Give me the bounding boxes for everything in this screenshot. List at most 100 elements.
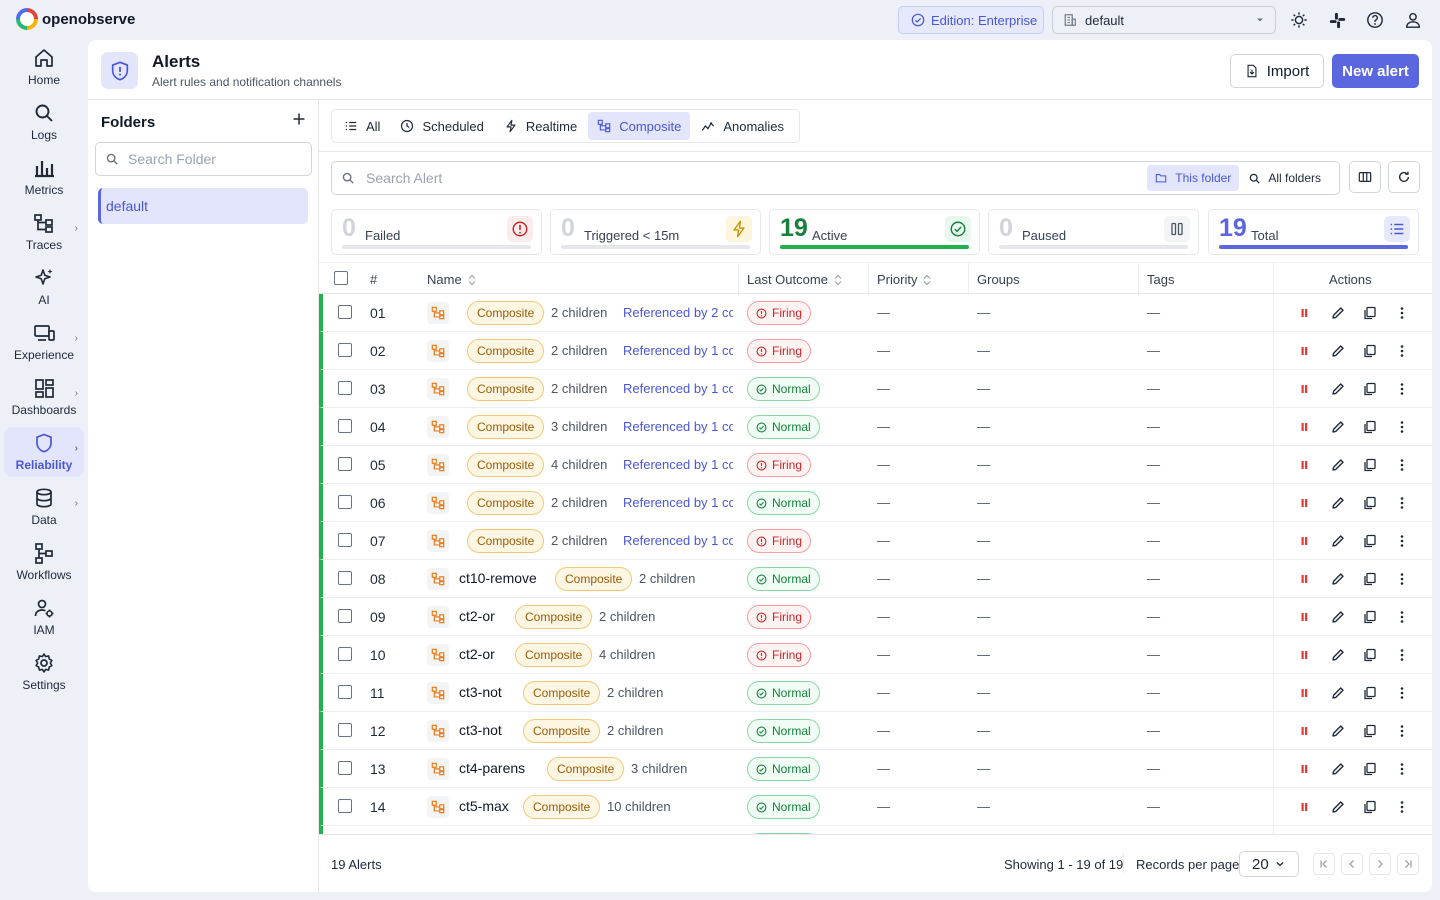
referenced-by-link[interactable]: Referenced by 1 co: [623, 343, 733, 358]
nav-item-workflows[interactable]: Workflows: [4, 537, 84, 587]
edit-button[interactable]: [1330, 799, 1346, 815]
pause-button[interactable]: [1298, 685, 1314, 701]
table-row[interactable]: 06 Composite 2 children Referenced by 1 co N…: [319, 484, 1432, 522]
duplicate-button[interactable]: [1362, 571, 1378, 587]
nav-item-ai[interactable]: AI: [4, 262, 84, 312]
more-button[interactable]: [1394, 609, 1410, 625]
stat-failed[interactable]: 0 Failed: [331, 209, 542, 255]
duplicate-button[interactable]: [1362, 381, 1378, 397]
new-alert-button[interactable]: New alert: [1332, 54, 1419, 88]
row-checkbox[interactable]: [338, 761, 352, 775]
tab-all[interactable]: All: [335, 112, 389, 140]
row-checkbox[interactable]: [338, 571, 352, 585]
table-row[interactable]: 15Normal———: [319, 826, 1432, 834]
more-button[interactable]: [1394, 495, 1410, 511]
table-row[interactable]: 12 ct3-not Composite 2 children Normal — — —: [319, 712, 1432, 750]
alert-name[interactable]: ct2-or: [459, 646, 495, 662]
referenced-by-link[interactable]: Referenced by 1 co: [623, 495, 733, 510]
alert-name[interactable]: ct3-not: [459, 722, 502, 738]
pause-button[interactable]: [1298, 495, 1314, 511]
alert-name[interactable]: ct10-remove: [459, 570, 537, 586]
duplicate-button[interactable]: [1362, 647, 1378, 663]
table-row[interactable]: 13 ct4-parens Composite 3 children Normal — — —: [319, 750, 1432, 788]
nav-item-dashboards[interactable]: Dashboards ›: [4, 372, 84, 422]
folder-item-default[interactable]: default: [98, 188, 308, 224]
add-folder-button[interactable]: [292, 112, 306, 126]
more-button[interactable]: [1394, 571, 1410, 587]
more-button[interactable]: [1394, 723, 1410, 739]
table-row[interactable]: 10 ct2-or Composite 4 children Firing — — —: [319, 636, 1432, 674]
theme-toggle[interactable]: [1289, 10, 1309, 30]
stat-active[interactable]: 19 Active: [769, 209, 980, 255]
table-row[interactable]: 14 ct5-max Composite 10 children Normal — — —: [319, 788, 1432, 826]
import-button[interactable]: Import: [1230, 54, 1324, 88]
table-row[interactable]: 02 Composite 2 children Referenced by 1 co F…: [319, 332, 1432, 370]
tab-realtime[interactable]: Realtime: [495, 112, 586, 140]
col-name[interactable]: Name: [427, 272, 476, 287]
nav-item-traces[interactable]: Traces ›: [4, 207, 84, 257]
row-checkbox[interactable]: [338, 609, 352, 623]
pause-button[interactable]: [1298, 609, 1314, 625]
columns-button[interactable]: [1349, 161, 1381, 193]
duplicate-button[interactable]: [1362, 723, 1378, 739]
nav-item-settings[interactable]: Settings: [4, 647, 84, 697]
duplicate-button[interactable]: [1362, 799, 1378, 815]
row-checkbox[interactable]: [338, 419, 352, 433]
table-row[interactable]: 04 Composite 3 children Referenced by 1 co N…: [319, 408, 1432, 446]
duplicate-button[interactable]: [1362, 495, 1378, 511]
nav-item-reliability[interactable]: Reliability ›: [4, 427, 84, 477]
pause-button[interactable]: [1298, 343, 1314, 359]
more-button[interactable]: [1394, 419, 1410, 435]
row-checkbox[interactable]: [338, 723, 352, 737]
more-button[interactable]: [1394, 799, 1410, 815]
duplicate-button[interactable]: [1362, 457, 1378, 473]
stat-paused[interactable]: 0 Paused: [988, 209, 1199, 255]
refresh-button[interactable]: [1388, 161, 1420, 193]
stat-triggered[interactable]: 0 Triggered < 15m: [550, 209, 761, 255]
edit-button[interactable]: [1330, 457, 1346, 473]
nav-item-data[interactable]: Data ›: [4, 482, 84, 532]
more-button[interactable]: [1394, 685, 1410, 701]
row-checkbox[interactable]: [338, 495, 352, 509]
row-checkbox[interactable]: [338, 457, 352, 471]
row-checkbox[interactable]: [338, 343, 352, 357]
first-page-button[interactable]: [1313, 853, 1335, 875]
nav-item-logs[interactable]: Logs: [4, 97, 84, 147]
referenced-by-link[interactable]: Referenced by 2 co: [623, 305, 733, 320]
edit-button[interactable]: [1330, 533, 1346, 549]
edit-button[interactable]: [1330, 381, 1346, 397]
duplicate-button[interactable]: [1362, 305, 1378, 321]
alert-search-input[interactable]: Search Alert This folder All folders: [331, 161, 1340, 195]
nav-item-experience[interactable]: Experience ›: [4, 317, 84, 367]
nav-item-home[interactable]: Home: [4, 42, 84, 92]
row-checkbox[interactable]: [338, 381, 352, 395]
tab-anomalies[interactable]: Anomalies: [692, 112, 793, 140]
stat-total[interactable]: 19 Total: [1208, 209, 1419, 255]
table-row[interactable]: 01 Composite 2 children Referenced by 2 co F…: [319, 294, 1432, 332]
alert-name[interactable]: ct2-or: [459, 608, 495, 624]
pause-button[interactable]: [1298, 305, 1314, 321]
pause-button[interactable]: [1298, 761, 1314, 777]
alert-name[interactable]: ct4-parens: [459, 760, 525, 776]
edit-button[interactable]: [1330, 609, 1346, 625]
next-page-button[interactable]: [1369, 853, 1391, 875]
brand-logo[interactable]: openobserve: [16, 8, 135, 30]
tab-scheduled[interactable]: Scheduled: [391, 112, 492, 140]
duplicate-button[interactable]: [1362, 685, 1378, 701]
referenced-by-link[interactable]: Referenced by 1 co: [623, 457, 733, 472]
row-checkbox[interactable]: [338, 647, 352, 661]
col-last-outcome[interactable]: Last Outcome: [747, 272, 842, 287]
duplicate-button[interactable]: [1362, 761, 1378, 777]
edit-button[interactable]: [1330, 305, 1346, 321]
more-button[interactable]: [1394, 457, 1410, 473]
records-per-page-select[interactable]: 20: [1239, 851, 1299, 877]
row-checkbox[interactable]: [338, 305, 352, 319]
table-row[interactable]: 11 ct3-not Composite 2 children Normal — — —: [319, 674, 1432, 712]
pause-button[interactable]: [1298, 799, 1314, 815]
duplicate-button[interactable]: [1362, 533, 1378, 549]
scope-all-folders[interactable]: All folders: [1241, 165, 1329, 191]
duplicate-button[interactable]: [1362, 343, 1378, 359]
edit-button[interactable]: [1330, 723, 1346, 739]
row-checkbox[interactable]: [338, 533, 352, 547]
edit-button[interactable]: [1330, 343, 1346, 359]
